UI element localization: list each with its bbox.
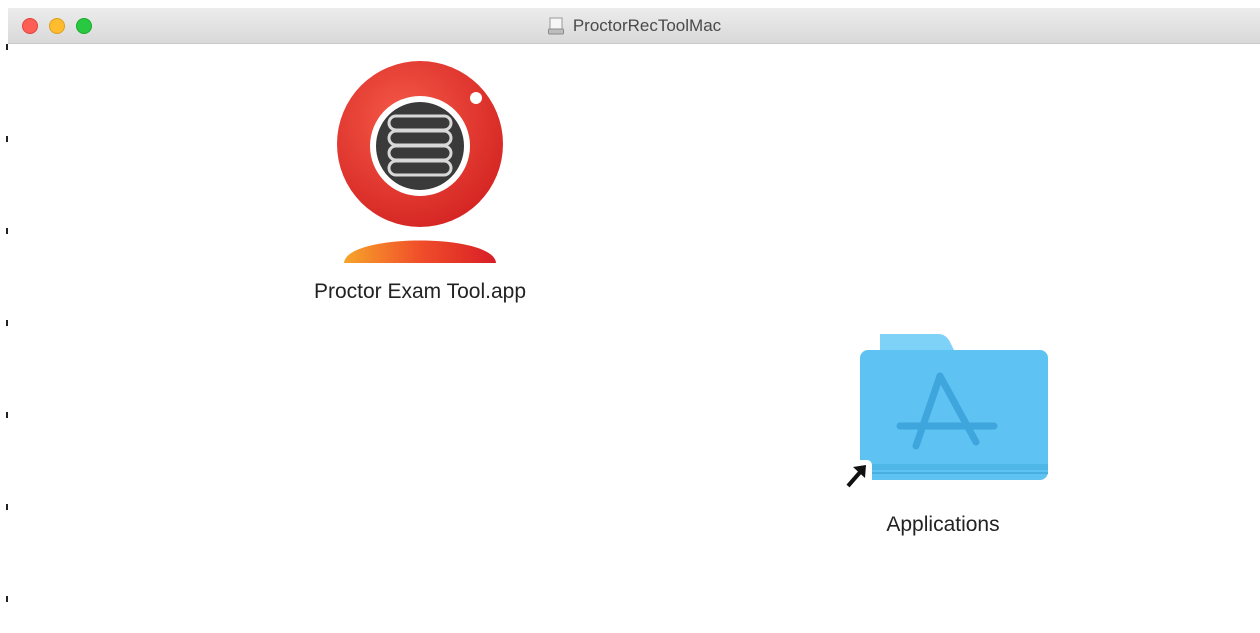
finder-window: ProctorRecToolMac Proctor Exam Tool.app … bbox=[0, 0, 1260, 633]
title-bar[interactable]: ProctorRecToolMac bbox=[8, 8, 1260, 44]
applications-folder-item[interactable]: Applications bbox=[808, 324, 1078, 537]
proctor-app-label: Proctor Exam Tool.app bbox=[313, 280, 527, 303]
applications-label: Applications bbox=[886, 513, 1000, 536]
applications-folder-alias-icon bbox=[842, 334, 1048, 489]
disk-image-icon bbox=[547, 17, 564, 35]
proctor-app-item[interactable]: Proctor Exam Tool.app bbox=[230, 58, 610, 304]
finder-content[interactable]: Proctor Exam Tool.app Applications bbox=[8, 44, 1260, 633]
window-title: ProctorRecToolMac bbox=[8, 8, 1260, 44]
proctor-app-icon bbox=[337, 61, 503, 263]
alias-arrow-icon bbox=[842, 460, 872, 489]
window-title-text: ProctorRecToolMac bbox=[572, 16, 722, 35]
